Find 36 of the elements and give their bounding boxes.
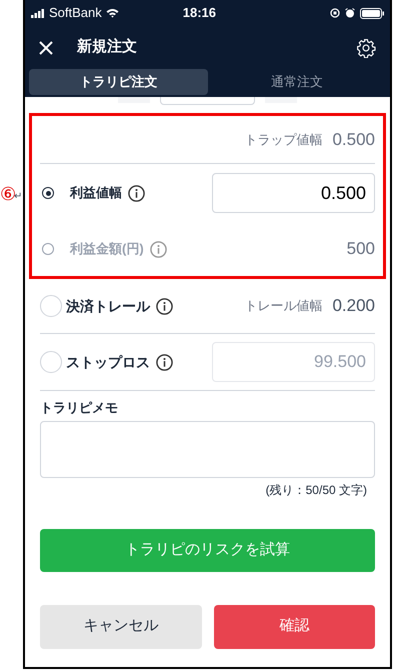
radio-button[interactable] xyxy=(42,187,54,199)
rotation-lock-icon xyxy=(330,8,340,18)
stop-loss-field: 99.500 xyxy=(212,342,375,382)
profit-amount-value: 500 xyxy=(346,238,375,260)
info-icon[interactable] xyxy=(156,354,173,370)
memo-label: トラリピメモ xyxy=(40,399,119,417)
confirm-button[interactable]: 確認 xyxy=(214,604,375,648)
carrier-name: SoftBank xyxy=(49,4,102,22)
wifi-icon xyxy=(106,8,119,18)
trail-width-label: トレール値幅 xyxy=(244,297,322,316)
battery-icon xyxy=(360,8,384,18)
signal-icon xyxy=(31,8,45,18)
trap-width-label: トラップ値幅 xyxy=(244,130,322,149)
tab[interactable]: 通常注文 xyxy=(208,69,386,95)
option-label: 利益値幅 xyxy=(70,184,122,202)
info-icon[interactable] xyxy=(156,298,173,314)
trap-width-value: 0.500 xyxy=(332,128,375,151)
option-label: 利益金額(円) xyxy=(70,240,144,258)
tab[interactable]: トラリピ注文 xyxy=(29,69,208,95)
screen-title: 新規注文 xyxy=(77,37,137,58)
profit-width-field[interactable]: 0.500 xyxy=(212,173,375,213)
info-icon[interactable] xyxy=(128,184,145,202)
stop-loss-label: ストップロス xyxy=(66,352,150,372)
input-field[interactable] xyxy=(160,97,255,105)
trail-label: 決済トレール xyxy=(66,296,150,316)
memo-field[interactable] xyxy=(40,420,375,478)
trail-width-value: 0.200 xyxy=(332,295,375,318)
settings-icon[interactable] xyxy=(356,38,376,58)
character-counter: (残り：50/50 文字) xyxy=(266,482,367,498)
alarm-icon xyxy=(345,8,355,18)
radio-button[interactable] xyxy=(42,243,54,255)
return-mark: ↵ xyxy=(14,192,22,202)
close-icon[interactable] xyxy=(39,40,53,54)
annotation-number: ⑥ xyxy=(0,186,16,204)
clock-time: 18:16 xyxy=(182,4,216,22)
cancel-button[interactable]: キャンセル xyxy=(40,604,202,648)
